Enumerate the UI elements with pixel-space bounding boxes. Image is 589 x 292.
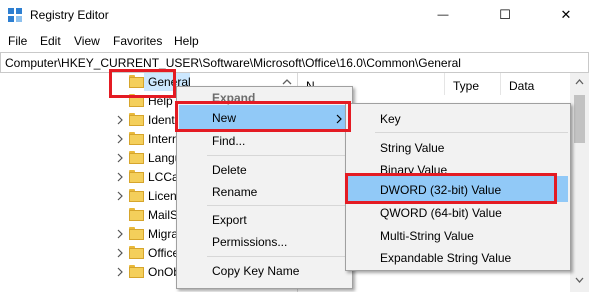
tree-item-label: Interr <box>148 132 177 146</box>
menu-bar: File Edit View Favorites Help <box>0 30 589 52</box>
submenu-multi-string-value[interactable]: Multi-String Value <box>380 229 474 243</box>
title-bar: Registry Editor — ☐ ✕ <box>0 0 589 30</box>
column-header-data[interactable]: Data <box>509 79 534 93</box>
chevron-right-icon[interactable] <box>114 266 126 278</box>
registry-editor-icon <box>8 8 22 22</box>
context-menu-delete[interactable]: Delete <box>212 163 247 177</box>
annotation-box-general <box>109 69 176 98</box>
folder-icon <box>129 189 144 202</box>
context-menu-rename[interactable]: Rename <box>212 185 257 199</box>
close-button[interactable]: ✕ <box>543 0 589 30</box>
menu-separator <box>207 205 350 206</box>
column-header-type[interactable]: Type <box>453 79 479 93</box>
context-menu-find[interactable]: Find... <box>212 134 245 148</box>
menu-edit[interactable]: Edit <box>40 34 61 48</box>
tree-item-label: LCCa <box>148 170 179 184</box>
maximize-button[interactable]: ☐ <box>482 0 528 30</box>
submenu-expandable-string-value[interactable]: Expandable String Value <box>380 251 511 265</box>
context-menu-export[interactable]: Export <box>212 213 247 227</box>
window-title: Registry Editor <box>30 8 109 22</box>
menu-view[interactable]: View <box>74 34 100 48</box>
tree-item-label: MailS <box>148 208 179 222</box>
folder-icon <box>129 246 144 259</box>
folder-icon <box>129 132 144 145</box>
folder-icon <box>129 151 144 164</box>
submenu-key[interactable]: Key <box>380 112 401 126</box>
folder-icon <box>129 265 144 278</box>
submenu-string-value[interactable]: String Value <box>380 141 444 155</box>
chevron-right-icon[interactable] <box>114 152 126 164</box>
menu-separator <box>207 155 350 156</box>
scroll-up-icon[interactable] <box>574 77 585 87</box>
submenu-qword-value[interactable]: QWORD (64-bit) Value <box>380 206 502 220</box>
close-icon: ✕ <box>560 7 572 22</box>
minimize-icon: — <box>437 9 449 21</box>
folder-icon <box>129 227 144 240</box>
chevron-right-icon[interactable] <box>114 228 126 240</box>
context-menu-copy-key-name[interactable]: Copy Key Name <box>212 264 299 278</box>
annotation-box-dword <box>345 173 557 204</box>
scrollbar-thumb[interactable] <box>574 95 585 143</box>
maximize-icon: ☐ <box>499 7 511 22</box>
minimize-button[interactable]: — <box>420 0 466 30</box>
tree-item-label: Office <box>148 246 180 260</box>
tree-item-label: Migra <box>148 227 179 241</box>
tree-item-label: Licen <box>148 189 177 203</box>
context-menu-permissions[interactable]: Permissions... <box>212 235 287 249</box>
chevron-right-icon[interactable] <box>114 171 126 183</box>
tree-item-label: Ident <box>148 113 175 127</box>
chevron-right-icon[interactable] <box>114 114 126 126</box>
chevron-right-icon[interactable] <box>114 133 126 145</box>
folder-icon <box>129 170 144 183</box>
address-bar[interactable]: Computer\HKEY_CURRENT_USER\Software\Micr… <box>0 52 589 73</box>
menu-help[interactable]: Help <box>174 34 199 48</box>
menu-separator <box>207 256 350 257</box>
scroll-down-icon[interactable] <box>574 275 585 285</box>
menu-separator <box>375 132 568 133</box>
chevron-right-icon[interactable] <box>114 190 126 202</box>
chevron-right-icon[interactable] <box>114 247 126 259</box>
column-separator[interactable] <box>500 73 501 95</box>
folder-icon <box>129 113 144 126</box>
column-separator[interactable] <box>444 73 445 95</box>
folder-icon <box>129 208 144 221</box>
annotation-box-new <box>175 101 351 132</box>
address-path: Computer\HKEY_CURRENT_USER\Software\Micr… <box>5 56 461 70</box>
menu-favorites[interactable]: Favorites <box>113 34 162 48</box>
menu-file[interactable]: File <box>8 34 27 48</box>
